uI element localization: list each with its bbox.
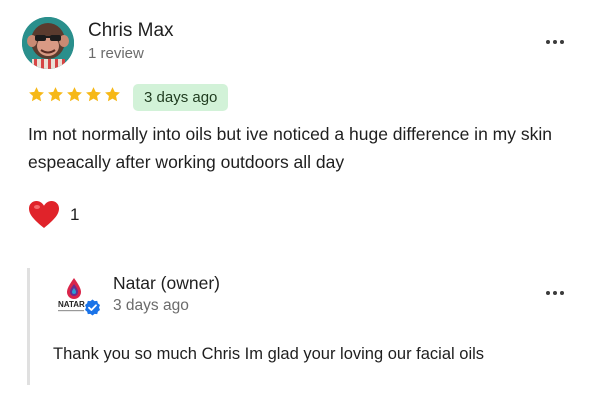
owner-reply-text: Thank you so much Chris Im glad your lov… xyxy=(53,345,485,363)
reaction-count: 1 xyxy=(70,205,80,224)
star-icon xyxy=(67,87,82,102)
more-dot-icon xyxy=(560,291,564,295)
review-time-badge: 3 days ago xyxy=(133,84,229,111)
review-more-options-button[interactable] xyxy=(541,32,569,52)
more-dot-icon xyxy=(546,40,550,44)
star-icon xyxy=(86,87,101,102)
heart-icon xyxy=(29,201,59,228)
reply-divider xyxy=(27,268,30,385)
more-dot-icon xyxy=(553,40,557,44)
heart-reaction-button[interactable] xyxy=(28,199,60,231)
chimp-avatar-icon xyxy=(22,17,74,69)
star-icon xyxy=(48,87,63,102)
reply-more-options-button[interactable] xyxy=(541,283,569,303)
verified-badge-icon xyxy=(84,299,101,316)
star-rating xyxy=(28,86,121,103)
reviewer-review-count: 1 review xyxy=(88,45,144,62)
star-icon xyxy=(29,87,44,102)
more-dot-icon xyxy=(553,291,557,295)
svg-text:NATAR: NATAR xyxy=(58,300,85,309)
owner-name[interactable]: Natar (owner) xyxy=(113,273,220,294)
reviewer-avatar[interactable] xyxy=(22,17,74,69)
star-icon xyxy=(105,87,120,102)
review-text: Im not normally into oils but ive notice… xyxy=(28,124,552,172)
owner-reply-time: 3 days ago xyxy=(113,297,189,314)
more-dot-icon xyxy=(546,291,550,295)
reviewer-name[interactable]: Chris Max xyxy=(88,20,174,42)
more-dot-icon xyxy=(560,40,564,44)
